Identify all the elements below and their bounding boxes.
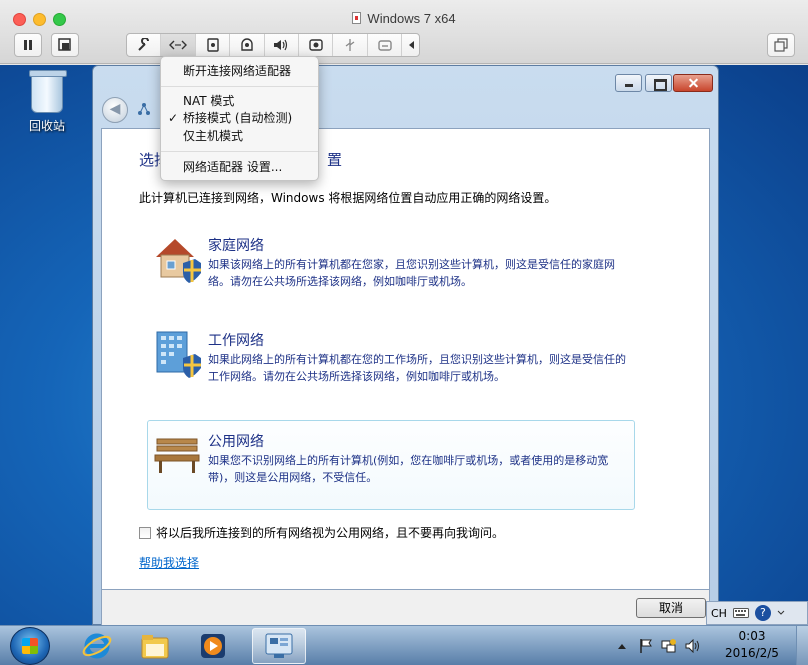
system-tray (617, 626, 701, 665)
public-network-option[interactable]: 公用网络 如果您不识别网络上的所有计算机(例如，您在咖啡厅或机场，或者使用的是移… (147, 420, 635, 510)
cancel-button[interactable]: 取消 (636, 598, 706, 618)
menu-separator (161, 151, 318, 152)
back-button[interactable]: ◀ (102, 97, 128, 123)
show-hidden-icons-icon[interactable] (617, 642, 627, 650)
taskbar: 0:03 2016/2/5 (0, 625, 808, 665)
checkbox-label: 将以后我所连接到的所有网络视为公用网络，且不要再向我询问。 (156, 526, 505, 540)
network-icon (169, 40, 188, 50)
pause-button[interactable] (14, 33, 42, 57)
langbar-options-icon[interactable] (777, 608, 785, 618)
webcam-icon (309, 39, 323, 51)
network-adapter-button[interactable] (161, 34, 196, 56)
option-title: 工作网络 (208, 333, 264, 349)
arrow-left-icon (408, 41, 414, 49)
start-button[interactable] (10, 627, 50, 665)
vm-document-icon (352, 12, 362, 24)
share-button[interactable] (368, 34, 403, 56)
treat-all-public-checkbox[interactable] (139, 526, 151, 539)
explorer-icon (141, 635, 169, 659)
usb-button[interactable] (333, 34, 368, 56)
usb-icon (345, 39, 355, 51)
recycle-bin[interactable]: 回收站 (22, 70, 72, 134)
menu-item-nat[interactable]: NAT 模式 (183, 92, 234, 110)
option-description: 如果该网络上的所有计算机都在您家，且您识别这些计算机，则这是受信任的家庭网络。请… (208, 258, 615, 288)
home-network-option[interactable]: 家庭网络 如果该网络上的所有计算机都在您家，且您识别这些计算机，则这是受信任的家… (147, 224, 635, 314)
network-status-icon[interactable] (661, 638, 677, 654)
house-shield-icon (153, 233, 203, 283)
ie-icon (82, 633, 112, 659)
harddisk-button[interactable] (196, 34, 231, 56)
treat-all-public-checkbox-row[interactable]: 将以后我所连接到的所有网络视为公用网络，且不要再向我询问。 (139, 524, 504, 541)
toolbar-collapse-button[interactable] (402, 34, 419, 56)
taskbar-clock[interactable]: 0:03 2016/2/5 (720, 628, 784, 662)
wrench-icon (137, 38, 149, 51)
taskbar-explorer[interactable] (128, 628, 182, 664)
option-title: 家庭网络 (208, 238, 264, 254)
work-network-option[interactable]: 工作网络 如果此网络上的所有计算机都在您的工作场所，且您识别这些计算机，则这是受… (147, 319, 635, 409)
volume-icon[interactable] (685, 639, 701, 653)
taskbar-ie[interactable] (70, 628, 124, 664)
language-bar: CH ? (706, 601, 808, 625)
option-description: 如果此网络上的所有计算机都在您的工作场所，且您识别这些计算机，则这是受信任的工作… (208, 353, 626, 383)
sound-button[interactable] (265, 34, 300, 56)
camera-icon (241, 38, 253, 51)
network-adapter-menu: 断开连接网络适配器 NAT 模式 ✓ 桥接模式 (自动检测) 仅主机模式 网络适… (160, 56, 319, 181)
snapshot-icon (58, 38, 71, 51)
media-player-icon (201, 634, 225, 658)
menu-item-disconnect[interactable]: 断开连接网络适配器 (183, 62, 291, 80)
camera-button[interactable] (230, 34, 265, 56)
share-icon (377, 40, 392, 51)
network-icon (137, 102, 151, 116)
harddisk-icon (206, 38, 219, 52)
sound-icon (274, 39, 288, 51)
intro-text: 此计算机已连接到网络，Windows 将根据网络位置自动应用正确的网络设置。 (139, 191, 557, 205)
dialog-maximize-button[interactable] (645, 74, 672, 92)
menu-item-adapter-settings[interactable]: 网络适配器 设置... (183, 158, 282, 176)
dialog-minimize-button[interactable] (615, 74, 642, 92)
action-center-flag-icon[interactable] (639, 638, 653, 654)
option-title: 公用网络 (208, 434, 264, 450)
snapshot-button[interactable] (51, 33, 79, 57)
keyboard-icon[interactable] (732, 608, 749, 618)
dialog-footer: 取消 (101, 590, 710, 626)
dialog-close-button[interactable] (673, 74, 713, 92)
language-indicator[interactable]: CH (711, 607, 727, 620)
window-title: Windows 7 x64 (0, 11, 808, 26)
taskbar-network-dialog[interactable] (252, 628, 306, 664)
pause-icon (24, 40, 32, 50)
option-description: 如果您不识别网络上的所有计算机(例如，您在咖啡厅或机场，或者使用的是移动宽带)，… (208, 454, 609, 484)
fullscreen-button[interactable] (767, 33, 795, 57)
show-desktop-button[interactable] (796, 626, 808, 665)
fullscreen-icon (774, 38, 788, 52)
device-toolbar (126, 33, 420, 57)
recycle-bin-icon (29, 70, 67, 113)
menu-item-host-only[interactable]: 仅主机模式 (183, 127, 243, 145)
menu-item-bridged[interactable]: 桥接模式 (自动检测) (183, 109, 292, 127)
taskbar-media-player[interactable] (186, 628, 240, 664)
park-bench-icon (153, 429, 203, 479)
menu-separator (161, 86, 318, 87)
settings-button[interactable] (127, 34, 162, 56)
arrow-back-icon: ◀ (109, 101, 121, 117)
help-me-choose-link[interactable]: 帮助我选择 (139, 554, 199, 571)
office-building-shield-icon (153, 328, 203, 378)
help-icon[interactable]: ? (754, 605, 771, 621)
webcam-button[interactable] (299, 34, 334, 56)
checkmark-icon: ✓ (168, 111, 179, 125)
dialog-content: 选择置 此计算机已连接到网络，Windows 将根据网络位置自动应用正确的网络设… (101, 128, 710, 590)
vm-titlebar: Windows 7 x64 (0, 0, 808, 64)
network-location-icon (265, 633, 293, 658)
